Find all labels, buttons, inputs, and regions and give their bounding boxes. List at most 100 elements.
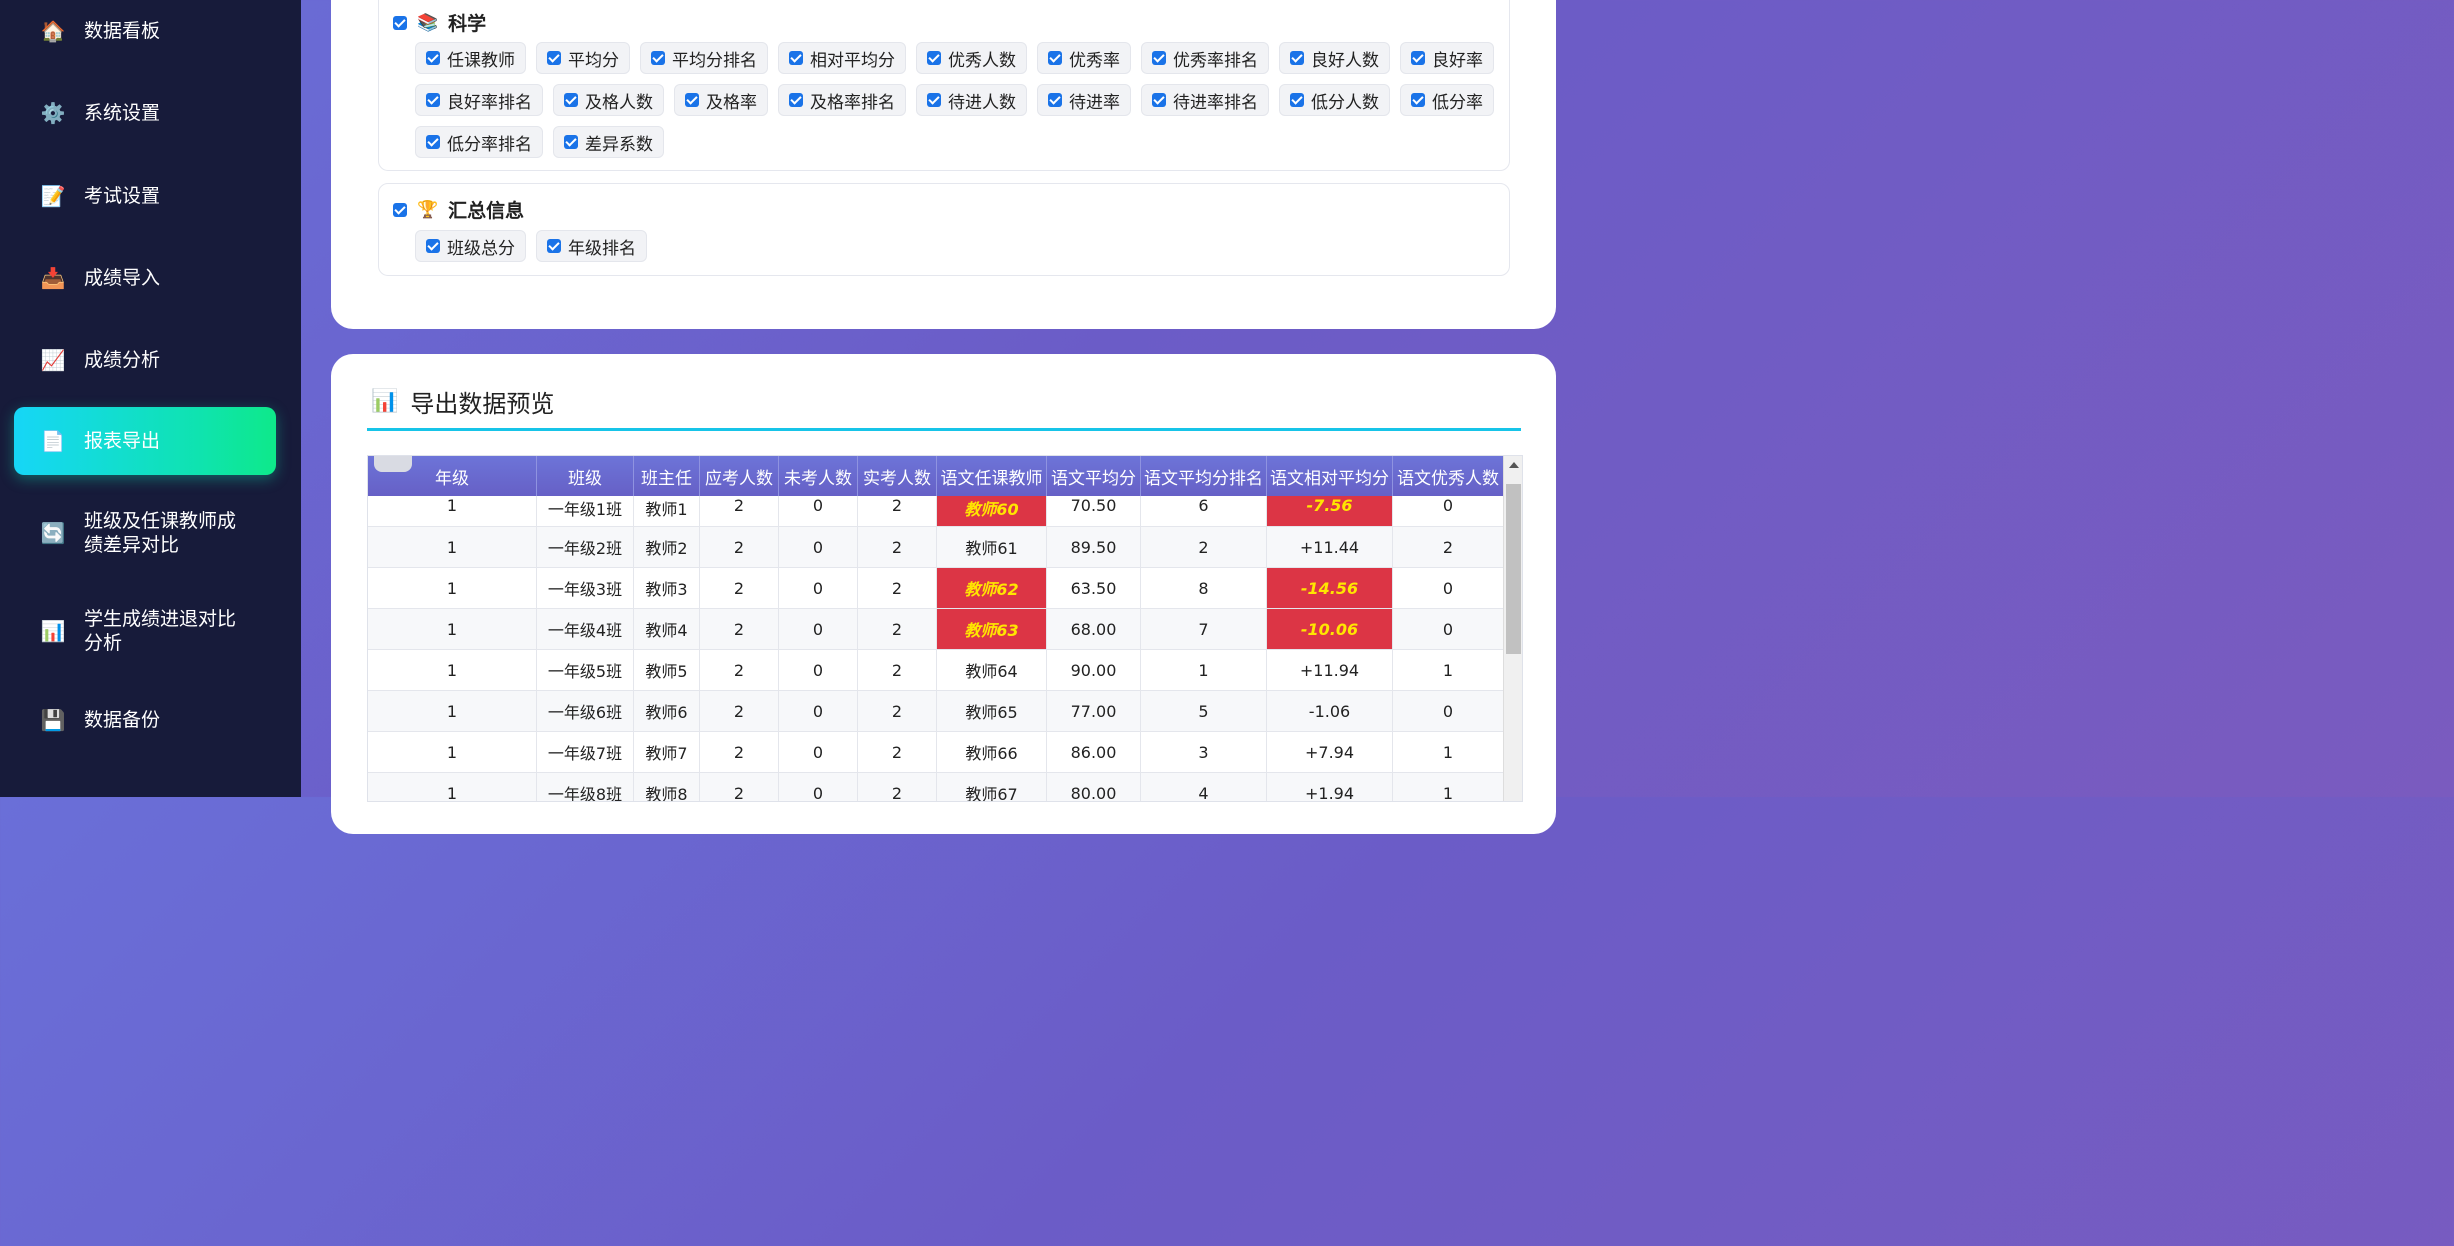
field-checkbox-chip[interactable]: 良好率 [1400, 42, 1494, 74]
column-header[interactable]: 班级 [536, 456, 634, 496]
field-checkbox-chip[interactable]: 优秀率排名 [1141, 42, 1269, 74]
table-cell: 2 [699, 731, 779, 773]
checkbox[interactable] [685, 93, 699, 107]
table-cell: 4 [1140, 772, 1267, 801]
scroll-thumb[interactable] [1506, 484, 1521, 654]
field-checkbox-chip[interactable]: 良好人数 [1279, 42, 1390, 74]
column-header[interactable]: 语文平均分排名 [1140, 456, 1267, 496]
field-checkbox-chip[interactable]: 优秀人数 [916, 42, 1027, 74]
checkbox[interactable] [789, 51, 803, 65]
sidebar-item-5[interactable]: 📄 报表导出 [14, 407, 276, 475]
chart-up-icon: 📈 [40, 348, 66, 372]
sidebar-item-4[interactable]: 📈 成绩分析 [14, 329, 276, 391]
field-label: 良好人数 [1311, 50, 1379, 71]
sidebar-item-2[interactable]: 📝 考试设置 [14, 165, 276, 227]
field-checkbox-chip[interactable]: 良好率排名 [415, 84, 543, 116]
table-cell: 2 [857, 649, 937, 691]
field-checkbox-chip[interactable]: 及格率排名 [778, 84, 906, 116]
sidebar-item-3[interactable]: 📥 成绩导入 [14, 247, 276, 309]
field-checkbox-chip[interactable]: 年级排名 [536, 230, 647, 262]
field-checkbox-chip[interactable]: 待进率 [1037, 84, 1131, 116]
sidebar-item-0[interactable]: 🏠 数据看板 [14, 0, 276, 62]
table-cell: 1 [368, 526, 537, 568]
checkbox[interactable] [1290, 93, 1304, 107]
field-checkbox-chip[interactable]: 待进人数 [916, 84, 1027, 116]
field-checkbox-chip[interactable]: 平均分 [536, 42, 630, 74]
table-cell: 1 [368, 731, 537, 773]
table-cell: 教师67 [936, 772, 1047, 801]
table-cell: 2 [699, 649, 779, 691]
table-cell: 一年级3班 [536, 567, 634, 609]
field-checkbox-chip[interactable]: 班级总分 [415, 230, 526, 262]
checkbox[interactable] [564, 135, 578, 149]
checkbox[interactable] [547, 51, 561, 65]
field-checkbox-chip[interactable]: 平均分排名 [640, 42, 768, 74]
table-cell: 1 [1392, 649, 1504, 691]
scroll-up-arrow-icon[interactable] [1509, 462, 1519, 468]
sidebar-item-8[interactable]: 💾 数据备份 [14, 689, 276, 751]
column-header[interactable]: 未考人数 [778, 456, 858, 496]
checkbox[interactable] [1048, 93, 1062, 107]
field-checkbox-chip[interactable]: 优秀率 [1037, 42, 1131, 74]
column-header[interactable]: 应考人数 [699, 456, 779, 496]
preview-title: 📊 导出数据预览 [371, 384, 554, 419]
sidebar-item-1[interactable]: ⚙️ 系统设置 [14, 82, 276, 144]
checkbox[interactable] [1048, 51, 1062, 65]
sidebar-item-6[interactable]: 🔄 班级及任课教师成绩差异对比 [14, 497, 276, 569]
checkbox[interactable] [789, 93, 803, 107]
group-science-checkbox[interactable] [393, 15, 407, 30]
field-checkbox-chip[interactable]: 待进率排名 [1141, 84, 1269, 116]
group-summary-header[interactable]: 🏆 汇总信息 [393, 196, 524, 223]
group-science-header[interactable]: 📚 科学 [393, 9, 486, 36]
column-header[interactable]: 语文任课教师 [936, 456, 1047, 496]
checkbox[interactable] [564, 93, 578, 107]
field-checkbox-chip[interactable]: 及格人数 [553, 84, 664, 116]
preview-table-container[interactable]: 年级 班级 班主任 应考人数 未考人数 实考人数 语文任课教师 语文平均分 语文平均分排名 语文相… [367, 455, 1523, 802]
checkbox[interactable] [1411, 93, 1425, 107]
column-header[interactable]: 语文相对平均分 [1266, 456, 1393, 496]
table-row: 1 一年级3班 教师3 2 0 2 教师62 63.50 8 -14.56 0 [368, 567, 1504, 609]
sidebar-item-7[interactable]: 📊 学生成绩进退对比分析 [14, 595, 276, 667]
table-cell: +1.94 [1266, 772, 1393, 801]
checkbox[interactable] [927, 93, 941, 107]
column-header[interactable]: 语文平均分 [1046, 456, 1141, 496]
field-checkbox-chip[interactable]: 任课教师 [415, 42, 526, 74]
field-label: 待进率 [1069, 92, 1120, 113]
checkbox[interactable] [426, 51, 440, 65]
table-cell: 5 [1140, 690, 1267, 732]
checkbox[interactable] [651, 51, 665, 65]
vertical-scrollbar[interactable] [1503, 456, 1522, 801]
table-tab-handle[interactable] [374, 456, 412, 472]
table-cell: 2 [699, 567, 779, 609]
field-label: 班级总分 [447, 238, 515, 259]
checkbox[interactable] [547, 239, 561, 253]
checkbox[interactable] [1152, 51, 1166, 65]
field-label: 良好率排名 [447, 92, 532, 113]
column-header[interactable]: 班主任 [633, 456, 700, 496]
field-checkbox-chip[interactable]: 低分率 [1400, 84, 1494, 116]
column-header[interactable]: 实考人数 [857, 456, 937, 496]
table-cell: 一年级6班 [536, 690, 634, 732]
sidebar-item-label: 系统设置 [84, 102, 161, 124]
field-checkbox-chip[interactable]: 及格率 [674, 84, 768, 116]
table-cell: 教师66 [936, 731, 1047, 773]
checkbox[interactable] [1290, 51, 1304, 65]
group-summary-checkbox[interactable] [393, 202, 407, 217]
field-label: 及格人数 [585, 92, 653, 113]
table-cell: +7.94 [1266, 731, 1393, 773]
checkbox[interactable] [927, 51, 941, 65]
checkbox[interactable] [426, 239, 440, 253]
table-cell: 教师64 [936, 649, 1047, 691]
field-checkbox-chip[interactable]: 低分率排名 [415, 126, 543, 158]
checkbox[interactable] [426, 135, 440, 149]
table-cell: 86.00 [1046, 731, 1141, 773]
field-checkbox-chip[interactable]: 相对平均分 [778, 42, 906, 74]
checkbox[interactable] [1411, 51, 1425, 65]
checkbox[interactable] [426, 93, 440, 107]
table-cell: 教师6 [633, 690, 700, 732]
field-checkbox-chip[interactable]: 差异系数 [553, 126, 664, 158]
field-checkbox-chip[interactable]: 低分人数 [1279, 84, 1390, 116]
checkbox[interactable] [1152, 93, 1166, 107]
table-cell: 2 [857, 496, 937, 527]
column-header[interactable]: 语文优秀人数 [1392, 456, 1504, 496]
